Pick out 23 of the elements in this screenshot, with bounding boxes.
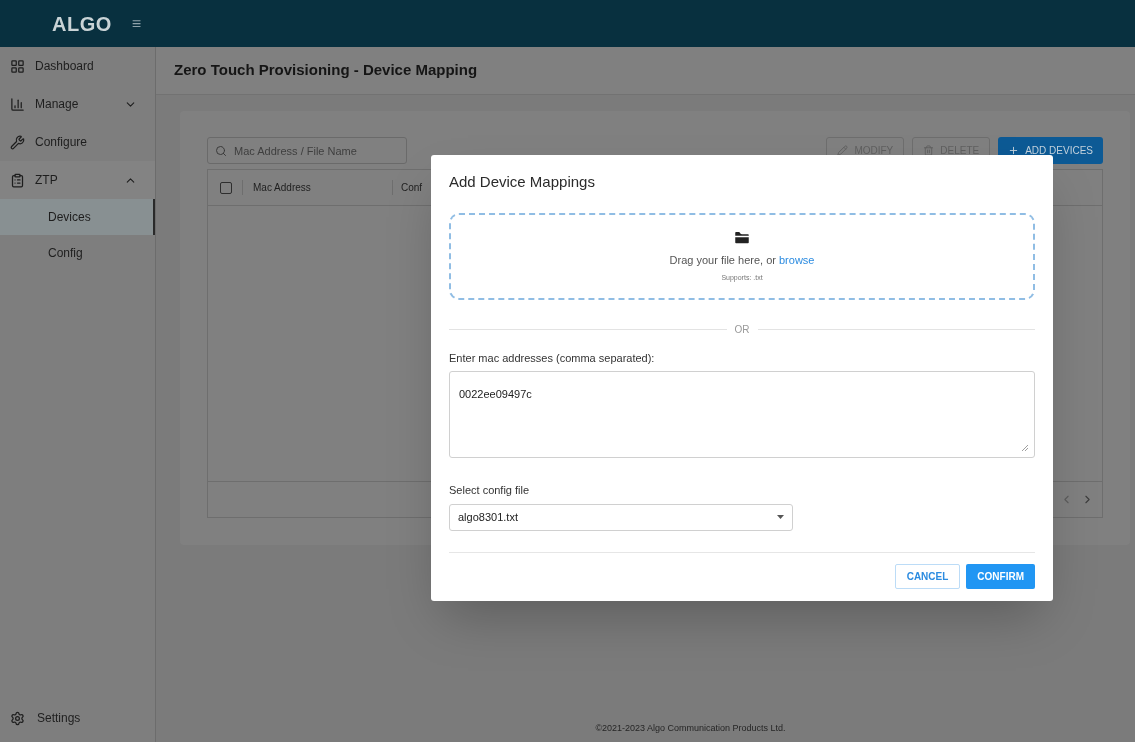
sidebar-item[interactable]: Manage bbox=[0, 85, 155, 123]
sidebar-item[interactable]: Configure bbox=[0, 123, 155, 161]
logo: ALGO bbox=[52, 11, 112, 37]
column-header[interactable]: Mac Address bbox=[242, 180, 392, 195]
dropzone-text: Drag your file here, or browse bbox=[669, 253, 815, 268]
cancel-button[interactable]: CANCEL bbox=[894, 563, 961, 589]
field-label: Select config file bbox=[449, 483, 531, 498]
sidebar-item[interactable]: Settings bbox=[0, 699, 155, 737]
sidebar-item[interactable]: Dashboard bbox=[0, 47, 155, 85]
column-header[interactable]: Conf bbox=[392, 180, 423, 195]
menu-button[interactable]: ≡ bbox=[131, 11, 142, 36]
mac-address-textarea[interactable]: 0022ee09497c bbox=[449, 371, 1035, 458]
search-field[interactable]: Mac Address / File Name bbox=[207, 137, 407, 164]
copyright-text: ©2021-2023 Algo Communication Products Ltd. bbox=[595, 722, 786, 735]
or-divider-text: OR bbox=[734, 322, 750, 337]
sidebar-subitem[interactable]: Config bbox=[0, 235, 155, 271]
page-title: Zero Touch Provisioning - Device Mapping bbox=[174, 60, 478, 81]
confirm-button[interactable]: CONFIRM bbox=[966, 563, 1035, 589]
browse-link[interactable]: browse bbox=[779, 254, 815, 266]
dialog-title: Add Device Mappings bbox=[449, 172, 596, 192]
config-file-select[interactable]: algo8301.txt bbox=[449, 503, 793, 531]
sidebar-subitem[interactable]: Devices bbox=[0, 199, 155, 235]
field-label: Enter mac addresses (comma separated): bbox=[449, 350, 656, 366]
